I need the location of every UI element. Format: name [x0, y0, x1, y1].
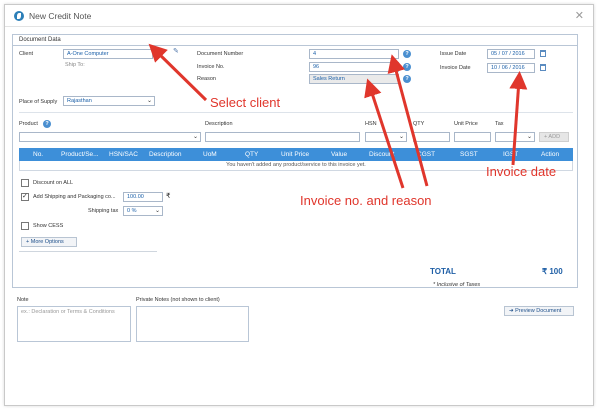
arrow-reason: [364, 78, 405, 189]
arrow-select-client: [148, 43, 208, 102]
annotation-select-client: Select client: [210, 95, 281, 110]
annotation-invoice-no-reason: Invoice no. and reason: [300, 193, 432, 208]
arrow-invoice-no: [387, 54, 429, 187]
annotation-invoice-date: Invoice date: [486, 164, 557, 179]
arrow-invoice-date: [509, 71, 528, 166]
